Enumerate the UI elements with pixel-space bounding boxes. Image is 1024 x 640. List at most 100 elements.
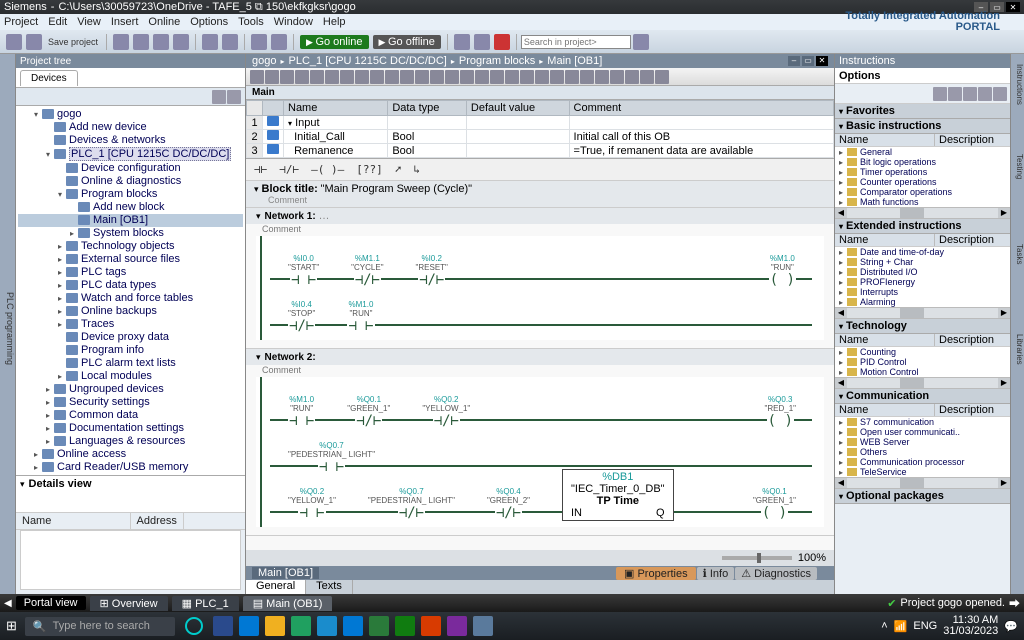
instr-item[interactable]: ▸Alarming	[835, 297, 1010, 307]
tree-node[interactable]: Online & diagnostics	[18, 175, 243, 188]
right-side-tabs[interactable]: InstructionsTestingTasksLibraries	[1010, 54, 1024, 594]
editor-min-icon[interactable]: –	[788, 56, 800, 66]
editor-tb-icon-8[interactable]	[370, 70, 384, 84]
delete-icon[interactable]	[173, 34, 189, 50]
editor-tb-icon-2[interactable]	[280, 70, 294, 84]
instr-item[interactable]: ▸Open user communicati..	[835, 427, 1010, 437]
ladder-contact[interactable]: %Q0.1"GREEN_1"( )	[753, 487, 796, 521]
editor-tb-icon-3[interactable]	[295, 70, 309, 84]
editor-tb-icon-15[interactable]	[475, 70, 489, 84]
network-header[interactable]: ▾Network 1: …	[246, 208, 834, 224]
instr-item[interactable]: ▸Counting	[835, 347, 1010, 357]
footer-tab-overview[interactable]: ⊞ Overview	[90, 596, 168, 611]
tree-icon-1[interactable]	[212, 90, 226, 104]
editor-tb-icon-13[interactable]	[445, 70, 459, 84]
editor-tb-icon-20[interactable]	[550, 70, 564, 84]
opt-icon-3[interactable]	[963, 87, 977, 101]
editor-tb-icon-10[interactable]	[400, 70, 414, 84]
redo-icon[interactable]	[222, 34, 238, 50]
sidetab-testing[interactable]: Testing	[1011, 154, 1024, 179]
footer-tab-plc[interactable]: ▦ PLC_1	[172, 596, 239, 611]
instr-item[interactable]: ▸S7 communication	[835, 417, 1010, 427]
tree-node[interactable]: ▸Online backups	[18, 305, 243, 318]
ladder-contact[interactable]: %Q0.4"GREEN_2"⊣/⊢	[487, 487, 530, 521]
instr-item[interactable]: ▸Communication processor	[835, 457, 1010, 467]
instr-item[interactable]: ▸Comparator operations	[835, 187, 1010, 197]
ladder-contact[interactable]: %Q0.1"GREEN_1"⊣/⊢	[347, 395, 390, 429]
taskbar-app[interactable]	[317, 616, 337, 636]
editor-tb-icon-9[interactable]	[385, 70, 399, 84]
open-icon[interactable]	[26, 34, 42, 50]
ladder-contact[interactable]: %I0.4"STOP"⊣/⊢	[288, 300, 315, 334]
instr-item[interactable]: ▸Distributed I/O	[835, 267, 1010, 277]
opt-icon-2[interactable]	[948, 87, 962, 101]
tree-node[interactable]: ▸Watch and force tables	[18, 292, 243, 305]
instr-item[interactable]: ▸Timer operations	[835, 167, 1010, 177]
undo-icon[interactable]	[202, 34, 218, 50]
section-header[interactable]: ▾Communication	[835, 389, 1010, 404]
tray-up-icon[interactable]: ˄	[881, 620, 887, 632]
taskbar-app[interactable]	[239, 616, 259, 636]
menu-tools[interactable]: Tools	[238, 16, 264, 28]
tray-net-icon[interactable]: 📶	[894, 620, 908, 633]
instr-item[interactable]: ▸Interrupts	[835, 287, 1010, 297]
instr-item[interactable]: ▸Math functions	[835, 197, 1010, 207]
editor-tb-icon-18[interactable]	[520, 70, 534, 84]
ladder-sym[interactable]: ⊣⊢	[252, 163, 269, 176]
ladder-sym[interactable]: ↳	[411, 163, 422, 176]
ladder-contact[interactable]: %M1.1"CYCLE"⊣/⊢	[351, 254, 383, 288]
paste-icon[interactable]	[153, 34, 169, 50]
sidetab-libraries[interactable]: Libraries	[1011, 334, 1024, 365]
editor-tb-icon-23[interactable]	[595, 70, 609, 84]
editor-tb-icon-19[interactable]	[535, 70, 549, 84]
tree-icon-2[interactable]	[227, 90, 241, 104]
stop-cpu-icon[interactable]	[474, 34, 490, 50]
sidetab-instructions[interactable]: Instructions	[1011, 64, 1024, 105]
menu-online[interactable]: Online	[148, 16, 180, 28]
taskbar-app[interactable]	[447, 616, 467, 636]
tree-node[interactable]: Devices & networks	[18, 134, 243, 147]
tree-node[interactable]: ▸External source files	[18, 253, 243, 266]
editor-tb-icon-11[interactable]	[415, 70, 429, 84]
search-input[interactable]	[521, 35, 631, 49]
instr-item[interactable]: ▸WEB Server	[835, 437, 1010, 447]
instr-item[interactable]: ▸TeleService	[835, 467, 1010, 477]
tree-node[interactable]: ▾PLC_1 [CPU 1215C DC/DC/DC]	[18, 147, 243, 162]
save-project-button[interactable]: Save project	[48, 37, 98, 47]
tree-node[interactable]: Add new device	[18, 121, 243, 134]
instr-item[interactable]: ▸Date and time-of-day	[835, 247, 1010, 257]
diagnostics-button[interactable]: ⚠ Diagnostics	[735, 567, 817, 580]
tree-node[interactable]: ▸Security settings	[18, 396, 243, 409]
instr-item[interactable]: ▸PID Control	[835, 357, 1010, 367]
zoom-slider[interactable]	[722, 556, 792, 560]
tree-node[interactable]: ▾gogo	[18, 108, 243, 121]
network-area[interactable]: ▾Network 1: … Comment %I0.0"START"⊣ ⊢%M1…	[246, 208, 834, 550]
ladder-contact[interactable]: %M1.0"RUN"( )	[769, 254, 796, 288]
ladder-sym[interactable]: ⊣/⊢	[277, 163, 301, 176]
details-view-header[interactable]: ▾Details view	[16, 475, 245, 492]
instr-item[interactable]: ▸Motion Control	[835, 367, 1010, 377]
editor-tb-icon-4[interactable]	[310, 70, 324, 84]
instr-item[interactable]: ▸General	[835, 147, 1010, 157]
opt-icon-5[interactable]	[993, 87, 1007, 101]
tree-node[interactable]: Device configuration	[18, 162, 243, 175]
taskbar-app[interactable]	[421, 616, 441, 636]
network-header[interactable]: ▾Network 2:	[246, 349, 834, 365]
menu-options[interactable]: Options	[190, 16, 228, 28]
instr-item[interactable]: ▸Others	[835, 447, 1010, 457]
new-icon[interactable]	[6, 34, 22, 50]
error-icon[interactable]	[494, 34, 510, 50]
instr-item[interactable]: ▸PROFIenergy	[835, 277, 1010, 287]
tab-general[interactable]: General	[246, 580, 306, 594]
ladder-contact[interactable]: %Q0.2"YELLOW_1"⊣/⊢	[422, 395, 470, 429]
project-tree[interactable]: ▾gogo Add new device Devices & networks …	[16, 106, 245, 475]
tree-node[interactable]: PLC alarm text lists	[18, 357, 243, 370]
section-header[interactable]: ▾Basic instructions	[835, 119, 1010, 134]
tray-lang[interactable]: ENG	[913, 620, 937, 632]
editor-tb-icon-1[interactable]	[265, 70, 279, 84]
tree-node[interactable]: ▸PLC data types	[18, 279, 243, 292]
instr-item[interactable]: ▸String + Char	[835, 257, 1010, 267]
menu-edit[interactable]: Edit	[48, 16, 67, 28]
editor-tb-icon-6[interactable]	[340, 70, 354, 84]
ladder-contact[interactable]: %Q0.7"PEDESTRIAN_ LIGHT"⊣ ⊢	[288, 441, 375, 475]
